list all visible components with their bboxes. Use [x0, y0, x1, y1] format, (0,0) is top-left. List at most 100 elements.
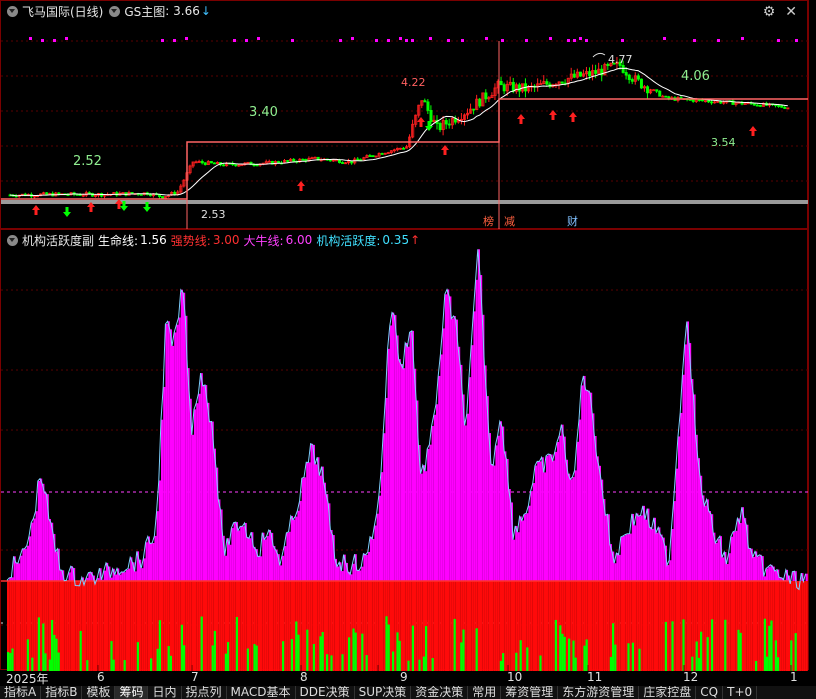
candle-body	[588, 71, 592, 77]
activity-bar-magenta	[475, 279, 478, 581]
lifeline-value: 1.56	[140, 233, 167, 247]
dropdown-icon[interactable]	[7, 5, 18, 17]
tab-4[interactable]: 日内	[148, 686, 182, 699]
activity-bar-red	[299, 581, 302, 671]
activity-bar-red	[77, 581, 80, 671]
dropdown-icon[interactable]	[109, 5, 121, 17]
candle-body	[45, 192, 49, 195]
activity-bar-red	[510, 581, 513, 671]
activity-bar-magenta	[266, 536, 269, 581]
arrow-up-icon: ↑	[410, 233, 421, 247]
activity-bar-red	[238, 581, 241, 671]
activity-bar-red	[444, 581, 447, 671]
tab-0[interactable]: 指标A	[0, 686, 42, 699]
activity-bar-red	[407, 581, 410, 671]
activity-bar-magenta	[361, 566, 364, 581]
activity-bar-magenta	[304, 477, 307, 581]
signal-dot	[65, 37, 68, 40]
activity-bar-magenta	[497, 435, 500, 581]
tab-11[interactable]: 筹资管理	[501, 686, 559, 699]
activity-bar-green	[583, 645, 586, 671]
activity-bar-red	[257, 581, 260, 671]
activity-bar-magenta	[341, 571, 344, 581]
activity-bar-magenta	[629, 533, 632, 581]
tab-15[interactable]: T+0	[723, 686, 758, 699]
activity-bar-red	[18, 581, 21, 671]
activity-bar-magenta	[638, 516, 641, 581]
tab-5[interactable]: 拐点列	[182, 686, 227, 699]
candle-body	[148, 194, 152, 197]
activity-bar-magenta	[552, 460, 555, 581]
tab-1[interactable]: 指标B	[41, 686, 83, 699]
activity-bar-red	[574, 581, 577, 671]
activity-bar-red	[264, 581, 267, 671]
activity-bar-red	[508, 581, 511, 671]
tab-8[interactable]: SUP决策	[355, 686, 412, 699]
tab-9[interactable]: 资金决策	[411, 686, 469, 699]
activity-bar-red	[304, 581, 307, 671]
activity-bar-magenta	[596, 456, 599, 581]
dropdown-icon[interactable]	[7, 234, 18, 246]
tab-6[interactable]: MACD基本	[227, 686, 296, 699]
activity-bar-red	[480, 581, 483, 671]
activity-bar-magenta	[383, 433, 386, 581]
tab-3[interactable]: 筹码	[115, 686, 149, 699]
activity-bar-magenta	[669, 560, 672, 581]
activity-bar-green	[11, 648, 14, 671]
candle-body	[380, 153, 384, 155]
activity-bar-red	[143, 581, 146, 671]
activity-bar-green	[770, 620, 773, 671]
activity-bar-red	[323, 581, 326, 671]
activity-bar-red	[447, 581, 450, 671]
activity-bar-red	[147, 581, 150, 671]
candle-body	[691, 99, 695, 102]
activity-bar-magenta	[407, 346, 410, 581]
tab-12[interactable]: 东方游资管理	[558, 686, 640, 699]
activity-bar-magenta	[306, 462, 309, 581]
activity-bar-red	[383, 581, 386, 671]
indicator-panel[interactable]: 机构活跃度副 生命线: 1.56 强势线: 3.00 大牛线: 6.00 机构活…	[0, 229, 809, 671]
activity-bar-red	[741, 581, 744, 671]
activity-bar-magenta	[299, 500, 302, 581]
sell-arrow-icon	[63, 207, 71, 217]
signal-dot	[447, 39, 450, 42]
close-icon[interactable]: ✕	[785, 4, 797, 20]
activity-bar-green	[26, 639, 29, 671]
tab-13[interactable]: 庄家控盘	[639, 686, 697, 699]
activity-bar-green	[737, 629, 740, 671]
activity-bar-magenta	[473, 311, 476, 581]
candle-body	[292, 158, 296, 162]
candle-body	[371, 155, 375, 158]
activity-bar-red	[332, 581, 335, 671]
activity-bar-green	[352, 628, 355, 671]
activity-bar-magenta	[464, 425, 467, 581]
tab-14[interactable]: CQ	[696, 686, 724, 699]
signal-dot	[351, 37, 354, 40]
activity-bar-magenta	[40, 478, 43, 581]
activity-bar-magenta	[315, 464, 318, 581]
activity-histogram[interactable]	[1, 230, 809, 671]
main-chart-panel[interactable]: 飞马国际(日线) GS主图 : 3.66 ↓ ⚙ ✕ 4.22 4.77 3.40 4…	[0, 0, 809, 230]
activity-bar-red	[517, 581, 520, 671]
activity-bar-magenta	[389, 325, 392, 581]
activity-bar-red	[785, 581, 788, 671]
activity-bar-green	[768, 625, 771, 671]
tab-2[interactable]: 模板	[82, 686, 116, 699]
price-label: 2.53	[201, 208, 226, 221]
activity-bar-magenta	[396, 335, 399, 581]
candle-body	[57, 192, 61, 195]
arrow-down-icon: ↓	[200, 4, 211, 18]
activity-bar-magenta	[165, 324, 168, 581]
activity-bar-magenta	[438, 375, 441, 581]
tab-7[interactable]: DDE决策	[296, 686, 355, 699]
activity-bar-green	[585, 639, 588, 671]
candlestick-chart[interactable]: 4.22 4.77 3.40 4.06 2.52 3.54 2.53 榜减 财	[1, 1, 809, 230]
activity-bar-magenta	[730, 536, 733, 581]
activity-bar-magenta	[774, 571, 777, 581]
gear-icon[interactable]: ⚙	[763, 4, 776, 20]
activity-bar-red	[658, 581, 661, 671]
tab-10[interactable]: 常用	[468, 686, 502, 699]
activity-bar-red	[13, 581, 16, 671]
activity-bar-magenta	[180, 289, 183, 581]
activity-bar-red	[656, 581, 659, 671]
